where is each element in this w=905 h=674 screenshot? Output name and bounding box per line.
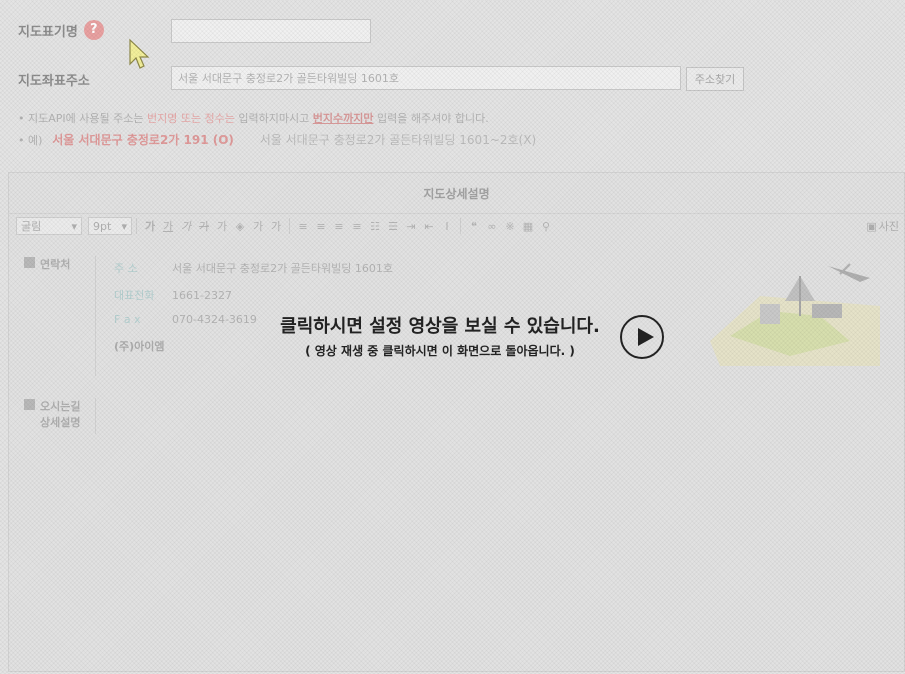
example-bad: 서울 서대문구 충정로2가 골든타워빌딩 1601~2호(X) bbox=[259, 133, 537, 147]
directions-section-label: 오시는길 상세설명 bbox=[24, 398, 80, 430]
align-left-icon[interactable]: ≡ bbox=[294, 220, 312, 233]
video-message-title: 클릭하시면 설정 영상을 보실 수 있습니다. bbox=[280, 316, 600, 337]
toolbar-divider bbox=[289, 218, 290, 234]
line-height-icon[interactable]: I bbox=[438, 220, 456, 233]
toolbar-divider bbox=[136, 218, 137, 234]
section-divider bbox=[95, 398, 96, 434]
address-note: • 지도API에 사용될 주소는 번지명 또는 정수는 입력하지마시고 번지수까… bbox=[18, 110, 489, 126]
video-message[interactable]: 클릭하시면 설정 영상을 보실 수 있습니다. ( 영상 재생 중 클릭하시면 … bbox=[270, 312, 610, 359]
special-char-icon[interactable]: ※ bbox=[501, 220, 519, 233]
note-emphasis: 번지수까지만 bbox=[312, 112, 374, 125]
address-example: • 예) 서울 서대문구 충정로2가 191 (O) 서울 서대문구 충정로2가… bbox=[18, 131, 536, 148]
square-icon bbox=[24, 399, 35, 410]
contact-tel: 대표전화 1661-2327 bbox=[114, 287, 232, 303]
mouse-cursor-icon bbox=[129, 38, 150, 69]
justify-icon[interactable]: ≡ bbox=[348, 220, 366, 233]
map-name-label: 지도표기명 bbox=[18, 24, 78, 40]
company-name: (주)아이엠 bbox=[114, 340, 165, 353]
map-addr-label: 지도좌표주소 bbox=[18, 74, 90, 89]
strike-button[interactable]: 가 bbox=[195, 218, 213, 234]
contact-section-label: 연락처 bbox=[24, 256, 70, 272]
directions-label-line2: 상세설명 bbox=[40, 416, 81, 429]
chevron-down-icon: ▾ bbox=[71, 219, 77, 233]
font-select[interactable]: 굴림 ▾ bbox=[16, 217, 82, 235]
align-center-icon[interactable]: ≡ bbox=[312, 220, 330, 233]
address-key: 주 소 bbox=[114, 262, 138, 275]
directions-label-line1: 오시는길 bbox=[40, 400, 81, 413]
example-good: 서울 서대문구 충정로2가 191 (O) bbox=[52, 133, 234, 147]
map-addr-row: 지도좌표주소 bbox=[18, 70, 90, 89]
map-name-input[interactable] bbox=[171, 19, 371, 43]
contact-address: 주 소 서울 서대문구 충정로2가 골든타워빌딩 1601호 bbox=[114, 260, 393, 276]
photo-icon: ▣ bbox=[866, 219, 877, 233]
chevron-down-icon: ▾ bbox=[121, 219, 127, 233]
highlight-icon[interactable]: ◈ bbox=[231, 220, 249, 233]
note-suffix: 입력을 해주셔야 합니다. bbox=[373, 112, 489, 125]
search-icon[interactable]: ⚲ bbox=[537, 220, 555, 233]
contact-label-text: 연락처 bbox=[40, 258, 71, 271]
photo-button[interactable]: ▣ 사진 bbox=[866, 218, 899, 234]
tel-key: 대표전화 bbox=[114, 289, 155, 302]
quote-icon[interactable]: ❝ bbox=[465, 220, 483, 233]
font-select-value: 굴림 bbox=[21, 220, 42, 233]
link-icon[interactable]: ∞ bbox=[483, 220, 501, 233]
example-label: • 예) bbox=[18, 134, 43, 147]
find-address-button[interactable]: 주소찾기 bbox=[686, 67, 744, 91]
font-color-button[interactable]: 가 bbox=[213, 218, 231, 234]
note-red: 번지명 또는 정수는 bbox=[146, 112, 235, 125]
bold-button[interactable]: 가 bbox=[141, 218, 159, 234]
note-prefix: • 지도API에 사용될 주소는 bbox=[18, 112, 147, 125]
ordered-list-icon[interactable]: ☷ bbox=[366, 220, 384, 233]
map-name-row: 지도표기명 ? bbox=[18, 20, 104, 40]
contact-fax: F a x 070-4324-3619 bbox=[114, 313, 257, 326]
help-icon[interactable]: ? bbox=[83, 20, 104, 40]
fax-key: F a x bbox=[114, 313, 141, 326]
align-right-icon[interactable]: ≡ bbox=[330, 220, 348, 233]
video-message-sub: ( 영상 재생 중 클릭하시면 이 화면으로 돌아옵니다. ) bbox=[305, 344, 575, 358]
table-icon[interactable]: ▦ bbox=[519, 220, 537, 233]
detail-panel: 지도상세설명 bbox=[8, 172, 905, 672]
play-icon[interactable] bbox=[620, 315, 664, 359]
size-select-value: 9pt bbox=[93, 219, 112, 233]
panel-title: 지도상세설명 bbox=[9, 173, 904, 214]
photo-button-label: 사진 bbox=[878, 220, 899, 233]
toolbar-divider bbox=[460, 218, 461, 234]
map-addr-input[interactable]: 서울 서대문구 충정로2가 골든타워빌딩 1601호 bbox=[171, 66, 681, 90]
square-icon bbox=[24, 257, 35, 268]
note-mid: 입력하지마시고 bbox=[234, 112, 313, 125]
indent-icon[interactable]: ⇥ bbox=[402, 220, 420, 233]
address-value: 서울 서대문구 충정로2가 골든타워빌딩 1601호 bbox=[172, 262, 394, 275]
section-divider bbox=[95, 256, 96, 376]
superscript-button[interactable]: 가 bbox=[249, 218, 267, 234]
travel-map-illustration bbox=[710, 263, 880, 366]
outdent-icon[interactable]: ⇤ bbox=[420, 220, 438, 233]
underline-button[interactable]: 가 bbox=[159, 218, 177, 234]
size-select[interactable]: 9pt ▾ bbox=[88, 217, 132, 235]
subscript-button[interactable]: 가 bbox=[267, 218, 285, 234]
fax-value: 070-4324-3619 bbox=[172, 313, 257, 326]
page: 지도표기명 ? 지도좌표주소 서울 서대문구 충정로2가 골든타워빌딩 1601… bbox=[0, 0, 905, 674]
bullet-list-icon[interactable]: ☰ bbox=[384, 220, 402, 233]
tel-value: 1661-2327 bbox=[172, 289, 232, 302]
italic-button[interactable]: 가 bbox=[177, 218, 195, 234]
editor-toolbar: 굴림 ▾ 9pt ▾ 가 가 가 가 가 ◈ 가 가 ≡ ≡ ≡ ≡ ☷ ☰ ⇥ ⇤… bbox=[8, 212, 905, 240]
